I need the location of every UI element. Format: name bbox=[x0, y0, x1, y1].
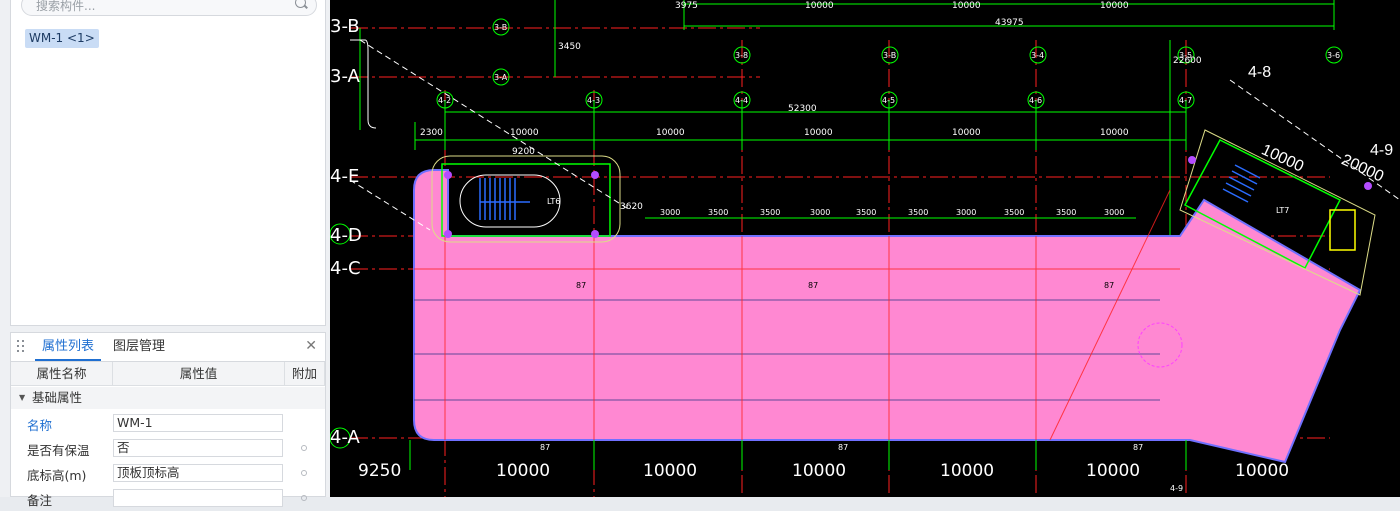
dimension-text: 43975 bbox=[995, 18, 1024, 28]
dimension-text: 2300 bbox=[420, 128, 443, 138]
dimension-text: 10000 bbox=[805, 1, 834, 11]
axis-bubble-label: 3-B bbox=[883, 51, 897, 60]
left-sidebar: 搜索构件... WM-1 <1> 属性列表 图层管理 ✕ 属性名称 属性值 附加… bbox=[0, 0, 330, 508]
slab-mark: 87 bbox=[540, 443, 551, 452]
cad-drawing-svg bbox=[330, 0, 1400, 497]
axis-bubble-label: 4-4 bbox=[735, 96, 749, 105]
slab-mark: 87 bbox=[1133, 443, 1144, 452]
axis-bubble-label: 4-3 bbox=[587, 96, 601, 105]
axis-bubble-label: 3-4 bbox=[1031, 51, 1045, 60]
bottom-dimension: 9250 bbox=[358, 461, 402, 481]
property-row: 是否有保温 否 bbox=[11, 436, 325, 461]
axis-bubble-label: 4-2 bbox=[438, 96, 452, 105]
axis-bubble-label: 4-9 bbox=[1170, 484, 1184, 493]
property-row: 名称 WM-1 bbox=[11, 411, 325, 436]
dimension-text: 3450 bbox=[558, 42, 581, 52]
extra-checkbox[interactable] bbox=[301, 445, 307, 451]
bottom-dimension: 10000 bbox=[643, 461, 698, 481]
dimension-text: 3975 bbox=[675, 1, 698, 11]
tab-property-list[interactable]: 属性列表 bbox=[35, 333, 101, 361]
property-name: 底标高(m) bbox=[27, 468, 87, 483]
dimension-text: 10000 bbox=[952, 1, 981, 11]
slab-mark: 87 bbox=[1104, 281, 1115, 290]
tab-layer-management[interactable]: 图层管理 bbox=[113, 333, 165, 361]
search-icon[interactable] bbox=[295, 0, 306, 8]
group-basic-properties[interactable]: ▼ 基础属性 bbox=[11, 387, 325, 409]
slab-mark: 87 bbox=[808, 281, 819, 290]
stair-lt6 bbox=[431, 155, 621, 243]
property-name: 是否有保温 bbox=[27, 443, 90, 458]
dimension-text: 3500 bbox=[708, 208, 729, 217]
axis-label: 4-D bbox=[330, 225, 362, 246]
axis-label: 3-A bbox=[330, 66, 360, 87]
dimension-text: 3500 bbox=[908, 208, 929, 217]
property-value-field[interactable]: 否 bbox=[113, 439, 283, 457]
property-value-field[interactable]: 顶板顶标高 bbox=[113, 464, 283, 482]
axis-bubble-label: 4-6 bbox=[1029, 96, 1043, 105]
dimension-text: 3500 bbox=[856, 208, 877, 217]
dimension-text: 10000 bbox=[1100, 128, 1129, 138]
axis-label-right: 4-9 bbox=[1370, 142, 1394, 159]
property-name: 名称 bbox=[27, 418, 53, 433]
slab-mark: 87 bbox=[576, 281, 587, 290]
selected-component-item[interactable]: WM-1 <1> bbox=[25, 29, 99, 48]
dimension-text: 3500 bbox=[1056, 208, 1077, 217]
axis-bubble-label: 4-7 bbox=[1179, 96, 1193, 105]
column-header-name: 属性名称 bbox=[11, 362, 113, 386]
property-value-field[interactable]: WM-1 bbox=[113, 414, 283, 432]
property-row: 底标高(m) 顶板顶标高 bbox=[11, 461, 325, 486]
axis-bubble-label: 3-8 bbox=[735, 51, 749, 60]
property-name: 备注 bbox=[27, 493, 53, 508]
dimension-text: 10000 bbox=[1100, 1, 1129, 11]
stair-label: LT6 bbox=[547, 197, 561, 206]
bottom-dimension: 10000 bbox=[940, 461, 995, 481]
dimension-text: 3000 bbox=[1104, 208, 1125, 217]
axis-label: 4-C bbox=[330, 258, 361, 279]
column-header-value: 属性值 bbox=[113, 362, 285, 386]
slab-wm1[interactable] bbox=[413, 169, 1362, 464]
axis-bubble-label: 4-5 bbox=[882, 96, 896, 105]
drag-handle-icon[interactable] bbox=[17, 340, 25, 354]
dimension-text: 10000 bbox=[656, 128, 685, 138]
column-header-extra: 附加 bbox=[285, 362, 325, 386]
bottom-dimension: 10000 bbox=[792, 461, 847, 481]
search-input[interactable]: 搜索构件... bbox=[36, 0, 95, 14]
axis-bubble-label: 3-6 bbox=[1327, 51, 1341, 60]
dimension-text: 3500 bbox=[1004, 208, 1025, 217]
axis-label: 4-E bbox=[330, 166, 360, 187]
bottom-dimension: 10000 bbox=[496, 461, 551, 481]
close-icon[interactable]: ✕ bbox=[305, 338, 317, 354]
dimension-text: 3500 bbox=[760, 208, 781, 217]
axis-label: 4-A bbox=[330, 427, 360, 448]
component-search-box[interactable]: 搜索构件... bbox=[21, 0, 317, 16]
axis-label: 3-B bbox=[330, 16, 360, 37]
dimension-text: 10000 bbox=[510, 128, 539, 138]
bottom-dimension: 10000 bbox=[1235, 461, 1290, 481]
dimension-text: 3000 bbox=[956, 208, 977, 217]
dimension-text: 3000 bbox=[660, 208, 681, 217]
extra-checkbox[interactable] bbox=[301, 495, 307, 501]
properties-header: 属性列表 图层管理 ✕ bbox=[11, 333, 325, 362]
axis-label-right: 4-8 bbox=[1248, 64, 1272, 81]
property-value-field[interactable] bbox=[113, 489, 283, 507]
property-row: 备注 bbox=[11, 486, 325, 511]
extra-checkbox[interactable] bbox=[301, 470, 307, 476]
axis-bubble-label: 3-5 bbox=[1179, 51, 1193, 60]
slab-mark: 87 bbox=[838, 443, 849, 452]
collapse-triangle-icon[interactable]: ▼ bbox=[19, 387, 25, 409]
dimension-text: 10000 bbox=[952, 128, 981, 138]
dimension-text: 9200 bbox=[512, 147, 535, 157]
bottom-dimension: 10000 bbox=[1086, 461, 1141, 481]
group-label: 基础属性 bbox=[32, 390, 83, 405]
dimension-text: 3620 bbox=[620, 202, 643, 212]
cad-drawing-canvas[interactable]: 3-B 3-A 4-E 4-D 4-C 4-A 9250 10000 10000… bbox=[330, 0, 1400, 497]
axis-bubble-label: 3-B bbox=[494, 23, 508, 32]
stair-label: LT7 bbox=[1276, 206, 1290, 215]
properties-panel: 属性列表 图层管理 ✕ 属性名称 属性值 附加 ▼ 基础属性 名称 WM-1 是… bbox=[10, 332, 326, 508]
dimension-text: 3000 bbox=[810, 208, 831, 217]
dimension-text: 10000 bbox=[804, 128, 833, 138]
axis-bubble-label: 3-A bbox=[494, 73, 508, 82]
component-tree-panel: 搜索构件... WM-1 <1> bbox=[10, 0, 326, 326]
dimension-text: 52300 bbox=[788, 104, 817, 114]
